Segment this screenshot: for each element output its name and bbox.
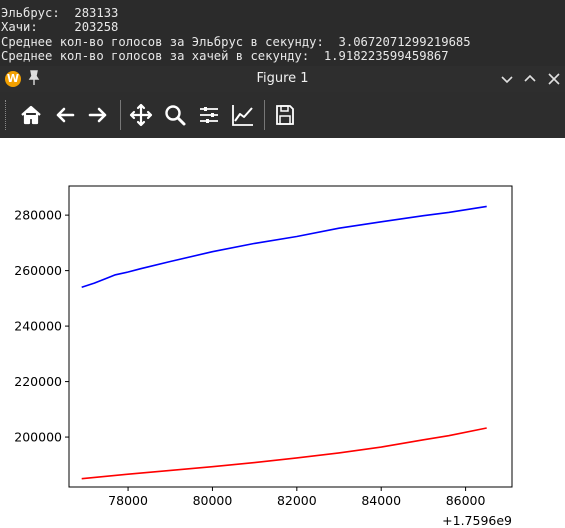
y-tick-label: 260000 [14, 263, 62, 278]
toolbar-grip[interactable] [5, 100, 8, 130]
y-tick-label: 280000 [14, 208, 62, 223]
terminal-line-avg-khachi: Среднее кол-во голосов за хачей в секунд… [1, 49, 449, 64]
matplotlib-toolbar [0, 92, 565, 138]
x-tick-label: 86000 [446, 493, 486, 508]
x-tick-label: 82000 [277, 493, 317, 508]
chevron-down-icon[interactable] [497, 69, 517, 89]
home-icon[interactable] [17, 101, 45, 129]
zoom-icon[interactable] [161, 101, 189, 129]
series-line-0 [81, 205, 487, 289]
pan-icon[interactable] [127, 101, 155, 129]
figure-canvas[interactable]: 78000 80000 82000 84000 86000 200000 220000 240… [0, 138, 565, 528]
x-offset-label: +1.7596e9 [442, 513, 512, 528]
toolbar-separator [120, 100, 121, 130]
y-tick-label: 200000 [14, 430, 62, 445]
y-tick-label: 240000 [14, 319, 62, 334]
terminal-output: Эльбрус: 283133 Хачи: 203258 Среднее кол… [0, 0, 565, 66]
close-icon[interactable] [544, 69, 564, 89]
toolbar-separator [264, 100, 265, 130]
window-titlebar[interactable]: W Figure 1 [0, 66, 565, 92]
y-tick-label: 220000 [14, 374, 62, 389]
forward-icon[interactable] [84, 101, 112, 129]
axes-frame [68, 185, 513, 488]
window-title: Figure 1 [256, 71, 309, 86]
save-icon[interactable] [271, 101, 299, 129]
back-icon[interactable] [51, 101, 79, 129]
terminal-line-avg-elbrus: Среднее кол-во голосов за Эльбрус в секу… [1, 34, 471, 49]
series-line-1 [81, 427, 487, 480]
terminal-line-khachi: Хачи: 203258 [1, 20, 119, 35]
subplots-icon[interactable] [195, 101, 223, 129]
chevron-up-icon[interactable] [520, 69, 540, 89]
x-tick-label: 84000 [361, 493, 401, 508]
x-tick-label: 78000 [108, 493, 148, 508]
edit-axes-icon[interactable] [229, 101, 257, 129]
line-chart[interactable]: 78000 80000 82000 84000 86000 200000 220000 240… [0, 138, 565, 528]
x-tick-label: 80000 [193, 493, 233, 508]
terminal-line-elbrus: Эльбрус: 283133 [1, 5, 119, 20]
